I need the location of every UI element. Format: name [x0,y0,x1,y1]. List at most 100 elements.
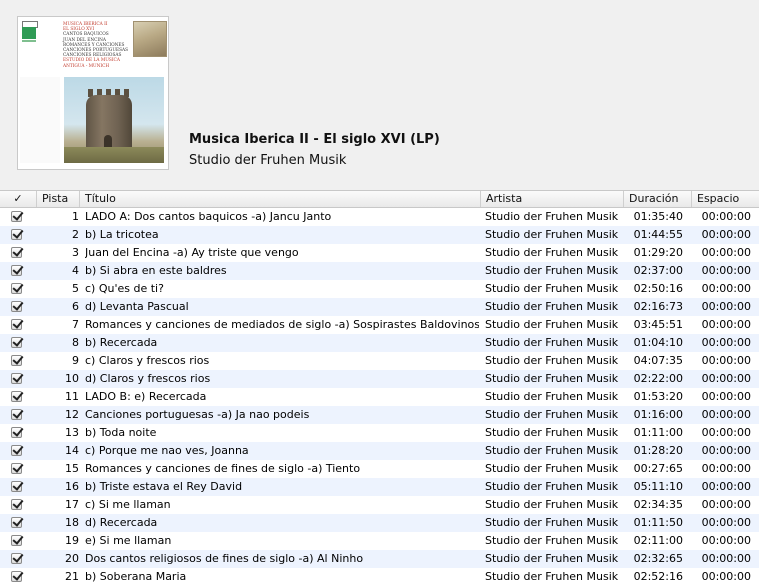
track-space: 00:00:00 [701,570,751,583]
track-duration: 01:44:55 [633,228,683,241]
track-duration: 02:34:35 [633,498,683,511]
table-row[interactable]: 9 c) Claros y frescos rios Studio der Fruh… [0,352,759,370]
table-row[interactable]: 11 LADO B: e) Recercada Studio der Fruhen … [0,388,759,406]
table-row[interactable]: 1 LADO A: Dos cantos baquicos -a) Jancu J… [0,208,759,226]
checkbox-checked-icon[interactable] [11,571,22,582]
checkbox-checked-icon[interactable] [11,463,22,474]
table-row[interactable]: 12 Canciones portuguesas -a) Ja nao podei… [0,406,759,424]
column-header-duration[interactable]: Duración [623,191,691,207]
track-duration: 01:29:20 [633,246,683,259]
checkbox-checked-icon[interactable] [11,481,22,492]
cover-tower-photo [64,77,164,163]
table-row[interactable]: 19 e) Si me llaman Studio der Fruhen Musik… [0,532,759,550]
track-artist: Studio der Fruhen Musik [485,264,619,277]
track-number: 14 [65,444,79,457]
table-row[interactable]: 14 c) Porque me nao ves, Joanna Studio der… [0,442,759,460]
cover-line: ESTUDIO DE LA MUSICA ANTIGUA - MUNICH [63,58,120,69]
track-duration: 04:07:35 [633,354,683,367]
checkbox-checked-icon[interactable] [11,409,22,420]
track-number: 1 [72,210,79,223]
row-check-cell [0,496,36,514]
table-row[interactable]: 16 b) Triste estava el Rey David Studio de… [0,478,759,496]
table-body: 1 LADO A: Dos cantos baquicos -a) Jancu J… [0,208,759,586]
table-row[interactable]: 5 c) Qu'es de ti? Studio der Fruhen Musik 0… [0,280,759,298]
track-space: 00:00:00 [701,480,751,493]
track-space: 00:00:00 [701,444,751,457]
row-check-cell [0,352,36,370]
track-title: c) Qu'es de ti? [85,282,164,295]
column-header-space[interactable]: Espacio [691,191,759,207]
track-space: 00:00:00 [701,300,751,313]
track-artist: Studio der Fruhen Musik [485,372,619,385]
track-title: d) Claros y frescos rios [85,372,211,385]
track-duration: 01:11:00 [633,426,683,439]
row-check-cell [0,280,36,298]
table-row[interactable]: 2 b) La tricotea Studio der Fruhen Musik 01… [0,226,759,244]
table-row[interactable]: 15 Romances y canciones de fines de siglo… [0,460,759,478]
track-duration: 05:11:10 [633,480,683,493]
checkbox-checked-icon[interactable] [11,301,22,312]
table-row[interactable]: 6 d) Levanta Pascual Studio der Fruhen Mus… [0,298,759,316]
track-artist: Studio der Fruhen Musik [485,300,619,313]
table-row[interactable]: 21 b) Soberana Maria Studio der Fruhen Mus… [0,568,759,586]
checkbox-checked-icon[interactable] [11,427,22,438]
track-space: 00:00:00 [701,408,751,421]
track-title: e) Si me llaman [85,534,172,547]
table-row[interactable]: 18 d) Recercada Studio der Fruhen Musik 01:… [0,514,759,532]
column-header-check[interactable]: ✓ [0,191,36,207]
checkbox-checked-icon[interactable] [11,229,22,240]
track-space: 00:00:00 [701,318,751,331]
track-number: 18 [65,516,79,529]
checkbox-checked-icon[interactable] [11,373,22,384]
track-artist: Studio der Fruhen Musik [485,282,619,295]
checkbox-checked-icon[interactable] [11,391,22,402]
track-space: 00:00:00 [701,264,751,277]
checkbox-checked-icon[interactable] [11,445,22,456]
column-header-title[interactable]: Título [79,191,480,207]
checkbox-checked-icon[interactable] [11,247,22,258]
row-check-cell [0,298,36,316]
checkbox-checked-icon[interactable] [11,337,22,348]
table-row[interactable]: 13 b) Toda noite Studio der Fruhen Musik 01… [0,424,759,442]
track-duration: 02:22:00 [633,372,683,385]
track-number: 17 [65,498,79,511]
track-number: 4 [72,264,79,277]
track-space: 00:00:00 [701,246,751,259]
track-artist: Studio der Fruhen Musik [485,390,619,403]
track-artist: Studio der Fruhen Musik [485,498,619,511]
checkbox-checked-icon[interactable] [11,355,22,366]
checkbox-checked-icon[interactable] [11,319,22,330]
track-space: 00:00:00 [701,336,751,349]
track-artist: Studio der Fruhen Musik [485,228,619,241]
table-row[interactable]: 3 Juan del Encina -a) Ay triste que vengo… [0,244,759,262]
album-cover-art[interactable]: MUSICA IBERICA II EL SIGLO XVI CANTOS BA… [17,16,169,170]
cover-white-area [20,77,60,163]
table-row[interactable]: 10 d) Claros y frescos rios Studio der Fru… [0,370,759,388]
checkbox-checked-icon[interactable] [11,283,22,294]
table-row[interactable]: 4 b) Si abra en este baldres Studio der Fr… [0,262,759,280]
track-number: 8 [72,336,79,349]
row-check-cell [0,226,36,244]
checkbox-checked-icon[interactable] [11,553,22,564]
row-check-cell [0,406,36,424]
checkbox-checked-icon[interactable] [11,499,22,510]
track-duration: 01:35:40 [633,210,683,223]
track-number: 6 [72,300,79,313]
table-row[interactable]: 8 b) Recercada Studio der Fruhen Musik 01:0… [0,334,759,352]
track-duration: 00:27:65 [633,462,683,475]
checkbox-checked-icon[interactable] [11,535,22,546]
table-row[interactable]: 7 Romances y canciones de mediados de sig… [0,316,759,334]
track-space: 00:00:00 [701,390,751,403]
column-header-artist[interactable]: Artista [480,191,623,207]
checkbox-checked-icon[interactable] [11,211,22,222]
table-row[interactable]: 17 c) Si me llaman Studio der Fruhen Musik… [0,496,759,514]
table-row[interactable]: 20 Dos cantos religiosos de fines de sigl… [0,550,759,568]
checkbox-checked-icon[interactable] [11,265,22,276]
track-space: 00:00:00 [701,372,751,385]
column-header-track[interactable]: Pista [36,191,79,207]
track-artist: Studio der Fruhen Musik [485,336,619,349]
checkbox-checked-icon[interactable] [11,517,22,528]
track-number: 2 [72,228,79,241]
track-number: 13 [65,426,79,439]
row-check-cell [0,316,36,334]
